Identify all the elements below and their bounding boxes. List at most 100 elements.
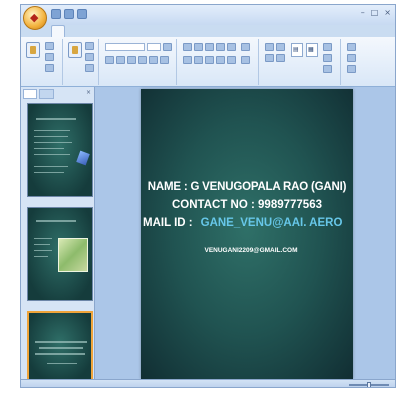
font-size-field[interactable] <box>147 43 161 51</box>
redo-icon[interactable] <box>77 9 87 19</box>
minimize-icon[interactable]: – <box>361 8 365 17</box>
arrange-icon[interactable]: ▤ <box>291 43 303 57</box>
text-direction-icon[interactable] <box>241 43 250 51</box>
slide-thumbnail-3[interactable] <box>27 311 93 381</box>
thumb-text-line <box>34 154 70 155</box>
thumb-text-line <box>34 256 48 257</box>
clipboard-group <box>23 39 63 85</box>
pane-close-icon[interactable]: × <box>86 89 91 96</box>
select-icon[interactable] <box>347 65 356 73</box>
font-color-icon[interactable] <box>160 56 169 64</box>
slide-thumbnail-2[interactable] <box>27 207 93 301</box>
line-spacing-icon[interactable] <box>227 43 236 51</box>
office-button[interactable]: ◆ <box>23 6 47 30</box>
paste-icon[interactable] <box>26 42 40 58</box>
copy-icon[interactable] <box>45 53 54 61</box>
name-line: NAME : G VENUGOPALA RAO (GANI) <box>147 181 347 193</box>
bullets-icon[interactable] <box>183 43 192 51</box>
increase-indent-icon[interactable] <box>216 43 225 51</box>
font-group <box>101 39 177 85</box>
align-left-icon[interactable] <box>183 56 192 64</box>
shadow-icon[interactable] <box>149 56 158 64</box>
shape-outline-icon[interactable] <box>323 54 332 62</box>
align-center-icon[interactable] <box>194 56 203 64</box>
shape-line-icon[interactable] <box>265 43 274 51</box>
numbering-icon[interactable] <box>194 43 203 51</box>
undo-icon[interactable] <box>64 9 74 19</box>
shape-rect-icon[interactable] <box>276 43 285 51</box>
thumb-text-line <box>34 172 64 173</box>
new-slide-icon[interactable] <box>68 42 82 58</box>
quick-styles-icon[interactable]: ▦ <box>306 43 318 57</box>
office-logo-icon: ◆ <box>30 11 39 24</box>
smartart-icon[interactable] <box>241 56 250 64</box>
decrease-indent-icon[interactable] <box>205 43 214 51</box>
thumb-title-line <box>35 341 87 343</box>
arrange-glyph-icon: ▤ <box>293 46 299 53</box>
grow-font-icon[interactable] <box>163 43 172 51</box>
thumb-text-line <box>34 148 64 149</box>
paragraph-group <box>179 39 259 85</box>
maximize-icon[interactable]: □ <box>371 8 379 17</box>
delete-slide-icon[interactable] <box>85 64 94 72</box>
thumb-text-line <box>34 244 50 245</box>
thumb-text-line <box>34 166 68 167</box>
thumb-text-line <box>34 238 52 239</box>
slide-editor: NAME : G VENUGOPALA RAO (GANI) CONTACT N… <box>95 87 395 379</box>
shape-effects-icon[interactable] <box>323 65 332 73</box>
slide-thumbnail-1[interactable] <box>27 103 93 197</box>
slides-pane: × <box>21 87 95 385</box>
ribbon-tabs <box>51 25 214 37</box>
pane-tabs <box>23 89 54 99</box>
mail-line: MAIL ID : GANE_VENU@AAI. AERO <box>141 217 353 229</box>
justify-icon[interactable] <box>216 56 225 64</box>
italic-icon[interactable] <box>116 56 125 64</box>
align-right-icon[interactable] <box>205 56 214 64</box>
ribbon-tab-home[interactable] <box>51 25 66 37</box>
ribbon: ▤ ▦ <box>21 37 395 87</box>
title-bar: – □ × <box>21 5 395 25</box>
find-icon[interactable] <box>347 43 356 51</box>
ribbon-tab-design[interactable] <box>90 25 102 37</box>
ribbon-tab-insert[interactable] <box>71 25 83 37</box>
bold-icon[interactable] <box>105 56 114 64</box>
thumb-text-line <box>34 142 72 143</box>
contact-line: CONTACT NO : 9989777563 <box>172 199 322 211</box>
layout-icon[interactable] <box>85 42 94 50</box>
zoom-slider-handle[interactable] <box>367 382 371 387</box>
quick-access-toolbar <box>51 9 87 21</box>
ribbon-tab-review[interactable] <box>148 25 160 37</box>
replace-icon[interactable] <box>347 54 356 62</box>
shape-oval-icon[interactable] <box>265 54 274 62</box>
ribbon-tab-add-ins[interactable] <box>183 25 195 37</box>
quick-styles-glyph-icon: ▦ <box>308 46 314 53</box>
status-bar <box>21 379 395 387</box>
strikethrough-icon[interactable] <box>138 56 147 64</box>
ribbon-tab-slide-show[interactable] <box>128 25 142 37</box>
format-painter-icon[interactable] <box>45 64 54 72</box>
ribbon-tab-animations[interactable] <box>108 25 122 37</box>
ribbon-tab-view[interactable] <box>166 25 177 37</box>
save-icon[interactable] <box>51 9 61 19</box>
editing-group <box>343 39 395 85</box>
slides-group <box>65 39 99 85</box>
slides-tab[interactable] <box>23 89 38 99</box>
outline-tab[interactable] <box>39 89 54 99</box>
font-name-field[interactable] <box>105 43 145 51</box>
window-controls: – □ × <box>361 8 391 17</box>
shape-fill-icon[interactable] <box>323 43 332 51</box>
underline-icon[interactable] <box>127 56 136 64</box>
ribbon-tab-acrobat[interactable] <box>201 25 213 37</box>
current-slide[interactable]: NAME : G VENUGOPALA RAO (GANI) CONTACT N… <box>141 89 353 379</box>
drawing-group: ▤ ▦ <box>261 39 341 85</box>
gmail-line: VENUGANI2209@GMAIL.COM <box>204 247 298 254</box>
cut-icon[interactable] <box>45 42 54 50</box>
shape-arrow-icon[interactable] <box>276 54 285 62</box>
columns-icon[interactable] <box>227 56 236 64</box>
reset-icon[interactable] <box>85 53 94 61</box>
powerpoint-window: – □ × ◆ ▤ ▦ × NAME: G VENUGOPALA RAO (G… <box>20 4 396 388</box>
thumb-title-line <box>36 220 76 222</box>
close-icon[interactable]: × <box>384 8 391 17</box>
thumb-title-line <box>36 118 76 120</box>
mail-label: MAIL ID : <box>143 217 193 229</box>
